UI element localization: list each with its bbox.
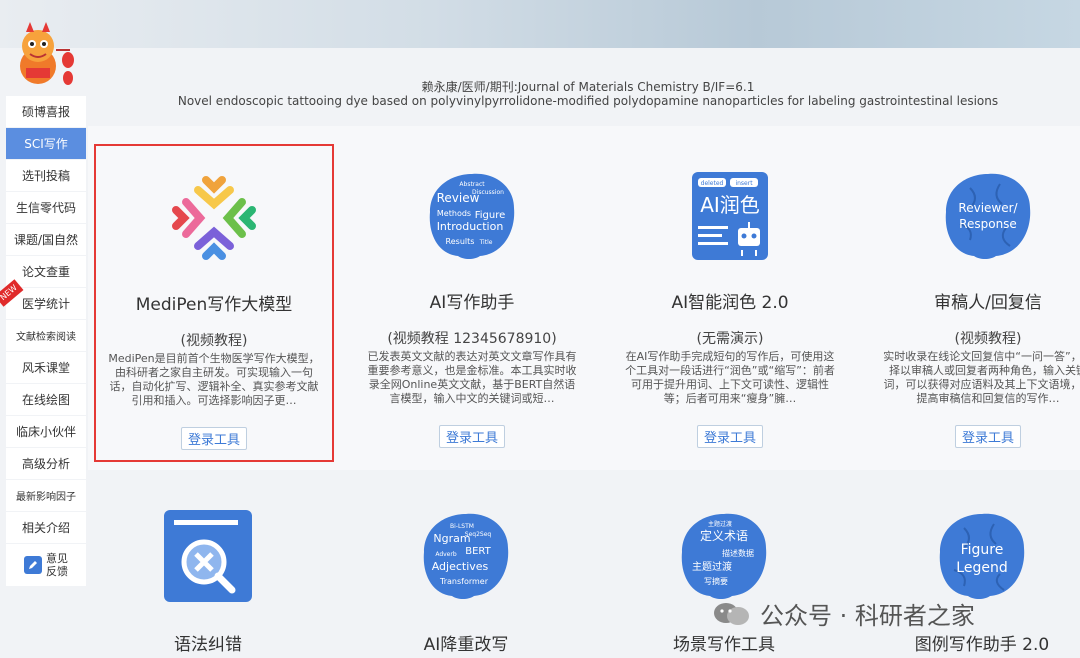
svg-text:Introduction: Introduction xyxy=(437,220,504,233)
svg-text:Methods: Methods xyxy=(437,209,471,218)
svg-text:Results: Results xyxy=(446,237,475,246)
top-banner xyxy=(0,0,1080,48)
magnifier-doc-icon xyxy=(164,510,252,602)
svg-text:BERT: BERT xyxy=(465,546,491,557)
feedback-label: 意见 反馈 xyxy=(46,552,68,578)
svg-text:Ngram: Ngram xyxy=(433,532,470,545)
sidebar-item-grant[interactable]: 课题/国自然 xyxy=(6,224,86,255)
card-title: 场景写作工具 xyxy=(673,635,775,655)
login-tool-button[interactable]: 登录工具 xyxy=(180,427,248,450)
watermark-text: 公众号 · 科研者之家 xyxy=(760,602,975,630)
brain-wordcloud-icon: Abstract Discussion Review Methods Figur… xyxy=(429,173,515,259)
svg-text:insert: insert xyxy=(735,180,753,187)
svg-text:AI润色: AI润色 xyxy=(700,193,760,217)
sidebar-item-clinical[interactable]: 临床小伙伴 xyxy=(6,416,86,447)
card-description: 在AI写作助手完成短句的写作后，可使用这个工具对一段话进行“润色”或“缩写”：前… xyxy=(625,350,835,405)
dragon-mascot-logo xyxy=(20,22,74,85)
sidebar-item-about[interactable]: 相关介绍 xyxy=(6,512,86,543)
svg-text:Adverb: Adverb xyxy=(435,551,457,558)
svg-text:deleted: deleted xyxy=(701,180,724,187)
card-description: MediPen是目前首个生物医学写作大模型，由科研者之家自主研发。可实现输入一句… xyxy=(108,352,320,407)
tool-card-ai-polish[interactable]: deleted insert AI润色 AI智能润色 2.0 (无需演示) 在A… xyxy=(610,144,850,462)
svg-text:写摘要: 写摘要 xyxy=(704,576,728,586)
card-title: MediPen写作大模型 xyxy=(135,295,293,315)
svg-text:主题过渡: 主题过渡 xyxy=(692,560,732,573)
card-title: 图例写作助手 2.0 xyxy=(914,635,1050,655)
svg-text:Transformer: Transformer xyxy=(439,577,489,586)
sidebar-item-online-plot[interactable]: 在线绘图 xyxy=(6,384,86,415)
sidebar-item-success-news[interactable]: 硕博喜报 xyxy=(6,96,86,127)
svg-text:Figure: Figure xyxy=(961,542,1004,558)
sidebar-item-literature[interactable]: 文献检索阅读 xyxy=(6,320,86,351)
card-title: 审稿人/回复信 xyxy=(934,293,1042,313)
sidebar-item-advanced[interactable]: 高级分析 xyxy=(6,448,86,479)
brain-scenario-icon: 主题过渡 定义术语 描述数据 主题过渡 写摘要 xyxy=(681,513,767,599)
brain-nlp-icon: Bi-LSTM Seq2Seq Ngram BERT Adjectives Ad… xyxy=(423,513,509,599)
card-title: AI写作助手 xyxy=(429,293,515,313)
paper-title: Novel endoscopic tattooing dye based on … xyxy=(177,94,999,108)
card-title: 语法纠错 xyxy=(174,635,242,655)
robot-polish-icon: deleted insert AI润色 xyxy=(692,172,768,260)
feedback-button[interactable]: 意见 反馈 xyxy=(6,544,86,586)
svg-text:主题过渡: 主题过渡 xyxy=(708,520,732,528)
tool-card-scenario[interactable]: 主题过渡 定义术语 描述数据 主题过渡 写摘要 场景写作工具 xyxy=(604,504,844,658)
svg-text:Legend: Legend xyxy=(956,560,1007,576)
svg-text:描述数据: 描述数据 xyxy=(722,548,754,558)
tool-card-figure-legend[interactable]: Figure Legend 图例写作助手 2.0 xyxy=(862,504,1080,658)
paper-author-journal: 赖永康/医师/期刊:Journal of Materials Chemistry… xyxy=(421,80,755,94)
tool-card-ai-writing[interactable]: Abstract Discussion Review Methods Figur… xyxy=(352,144,592,462)
wechat-watermark: 公众号 · 科研者之家 xyxy=(712,596,975,631)
svg-text:Reviewer/: Reviewer/ xyxy=(958,201,1018,215)
svg-text:Adjectives: Adjectives xyxy=(432,560,489,573)
wechat-icon xyxy=(714,602,749,625)
sidebar-nav: 硕博喜报 SCI写作 选刊投稿 生信零代码 课题/国自然 论文查重 医学统计 文… xyxy=(6,96,86,587)
card-subtitle: (无需演示) xyxy=(696,331,764,347)
svg-text:Bi-LSTM: Bi-LSTM xyxy=(450,523,474,530)
sidebar-item-bioinfo[interactable]: 生信零代码 xyxy=(6,192,86,223)
video-tutorial-link[interactable]: (视频教程) xyxy=(96,330,332,350)
tool-card-reviewer[interactable]: Reviewer/ Response 审稿人/回复信 (视频教程) 实时收录在线… xyxy=(868,144,1080,462)
sidebar-item-classroom[interactable]: 风禾课堂 xyxy=(6,352,86,383)
svg-text:Review: Review xyxy=(437,191,480,205)
login-tool-button[interactable]: 登录工具 xyxy=(696,425,764,448)
brain-reviewer-icon: Reviewer/ Response xyxy=(945,173,1031,259)
edit-icon xyxy=(24,556,42,574)
tool-card-medipen[interactable]: MediPen写作大模型 (视频教程) MediPen是目前首个生物医学写作大模… xyxy=(94,144,334,462)
video-tutorial-links[interactable]: (视频教程 12345678910) xyxy=(352,328,592,348)
tool-card-rewrite[interactable]: Bi-LSTM Seq2Seq Ngram BERT Adjectives Ad… xyxy=(346,504,586,658)
medipen-logo-icon xyxy=(172,176,256,260)
card-description: 已发表英文文献的表达对英文文章写作具有重要参考意义，也是金标准。本工具实时收录全… xyxy=(367,350,577,405)
card-title: AI降重改写 xyxy=(423,635,509,655)
tool-card-grammar[interactable]: 语法纠错 xyxy=(88,504,328,658)
card-title: AI智能润色 2.0 xyxy=(671,293,789,313)
login-tool-button[interactable]: 登录工具 xyxy=(438,425,506,448)
brain-figure-legend-icon: Figure Legend xyxy=(939,513,1025,599)
sidebar-item-journal-submit[interactable]: 选刊投稿 xyxy=(6,160,86,191)
svg-text:Title: Title xyxy=(479,239,493,246)
login-tool-button[interactable]: 登录工具 xyxy=(954,425,1022,448)
sidebar-item-impact-factor[interactable]: 最新影响因子 xyxy=(6,480,86,511)
svg-text:Abstract: Abstract xyxy=(459,181,485,188)
sidebar-item-plagiarism[interactable]: 论文查重 xyxy=(6,256,86,287)
svg-text:定义术语: 定义术语 xyxy=(700,528,748,543)
video-tutorial-link[interactable]: (视频教程) xyxy=(868,328,1080,348)
paper-announcement[interactable]: 赖永康/医师/期刊:Journal of Materials Chemistry… xyxy=(96,80,1080,108)
sidebar-item-sci-writing[interactable]: SCI写作 xyxy=(6,128,86,159)
card-description: 实时收录在线论文回复信中“一问一答”，选择以审稿人或回复者两种角色，输入关键词，… xyxy=(883,350,1080,405)
svg-text:Response: Response xyxy=(959,217,1017,231)
